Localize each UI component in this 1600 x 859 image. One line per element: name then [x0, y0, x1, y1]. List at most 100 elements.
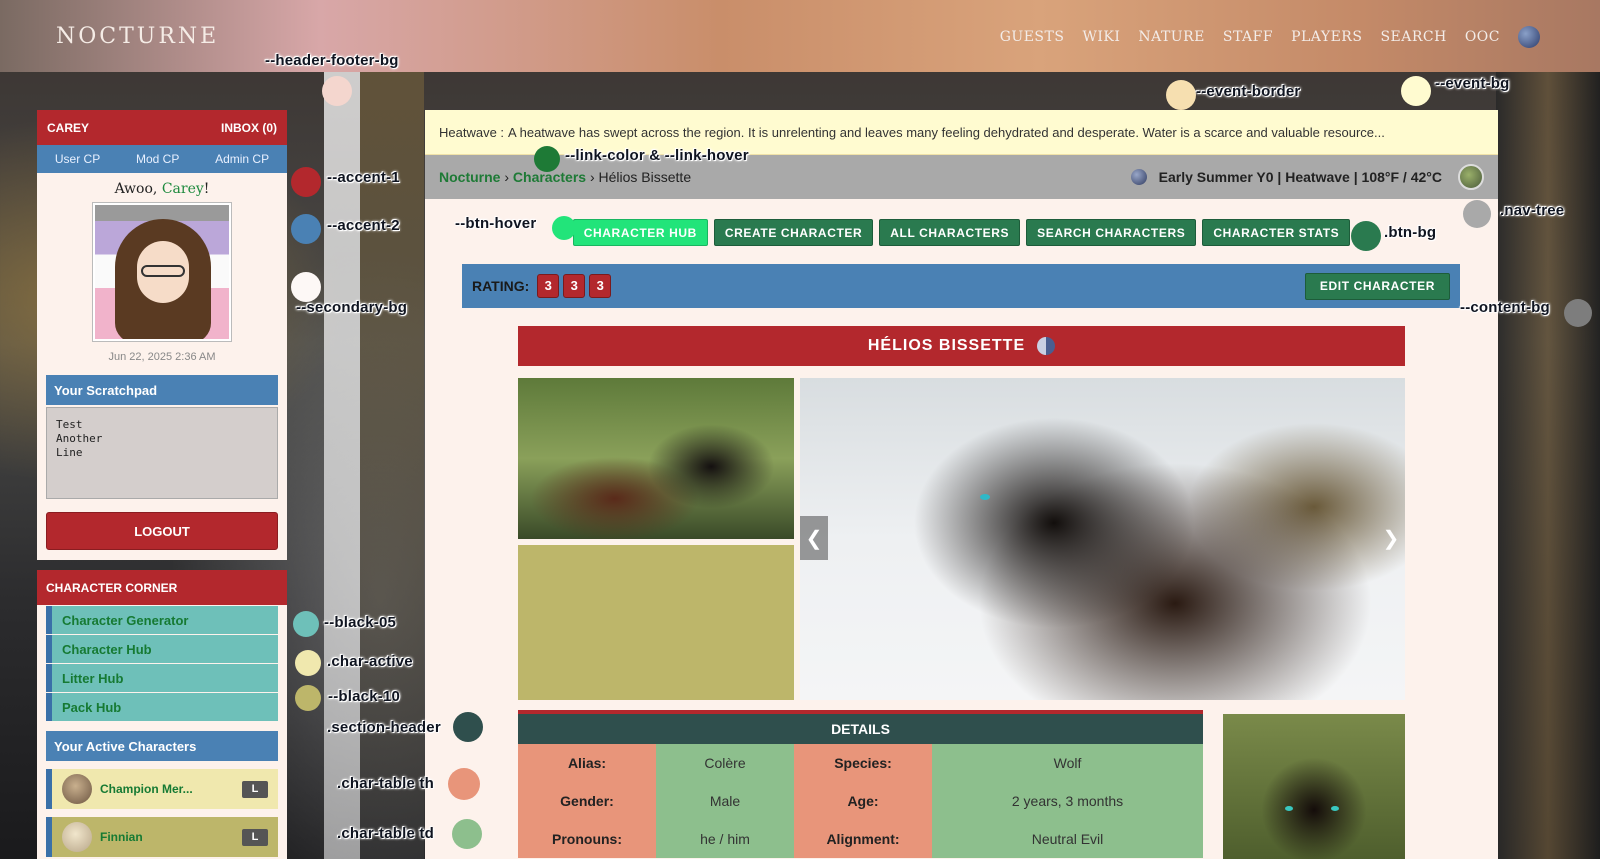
character-title: HÉLIOS BISSETTE — [518, 326, 1405, 366]
swatch-link-color — [534, 146, 560, 172]
rating-bar: RATING: 3 3 3 EDIT CHARACTER — [462, 264, 1460, 308]
scratchpad-textarea[interactable]: Test Another Line — [46, 407, 278, 499]
greeting-name: Carey — [161, 181, 204, 197]
inbox-link[interactable]: INBOX (0) — [221, 121, 277, 135]
litter-hub-link[interactable]: Litter Hub — [46, 664, 278, 692]
wolf-eye — [980, 494, 990, 500]
character-stats-button[interactable]: CHARACTER STATS — [1202, 219, 1351, 246]
main-nav: GUESTS WIKI NATURE STAFF PLAYERS SEARCH … — [982, 26, 1540, 48]
greeting: Awoo, Carey! — [37, 181, 287, 197]
active-character-name[interactable]: Champion Mer... — [100, 782, 242, 796]
site-logo[interactable]: NOCTURNE — [56, 24, 219, 49]
annotation-label: --secondary-bg — [296, 299, 408, 316]
rating-value: 3 — [537, 274, 560, 298]
current-date: Jun 22, 2025 2:36 AM — [108, 351, 216, 363]
swatch-btn-hover — [552, 216, 576, 240]
all-characters-button[interactable]: ALL CHARACTERS — [879, 219, 1021, 246]
moon-icon[interactable] — [1518, 26, 1540, 48]
breadcrumb-separator: › — [589, 169, 595, 185]
active-character-name[interactable]: Finnian — [100, 830, 242, 844]
nav-staff[interactable]: STAFF — [1223, 29, 1273, 45]
rating-value: 3 — [589, 274, 612, 298]
swatch-btn-bg — [1351, 221, 1381, 251]
user-panel: CAREY INBOX (0) User CP Mod CP Admin CP … — [37, 110, 287, 560]
scratchpad-title: Your Scratchpad — [46, 375, 278, 405]
control-panel-bar: User CP Mod CP Admin CP — [37, 145, 287, 173]
level-badge: L — [242, 828, 268, 846]
rating-label: RATING: — [472, 278, 530, 294]
annotation-label: --event-bg — [1435, 75, 1510, 92]
details-header: DETAILS — [518, 710, 1203, 744]
detail-key: Gender: — [518, 782, 656, 820]
character-gallery: ❮ ❯ — [518, 378, 1405, 700]
active-character-item[interactable]: Champion Mer... L — [46, 769, 278, 809]
edit-character-button[interactable]: EDIT CHARACTER — [1304, 272, 1450, 300]
annotation-label: --event-border — [1196, 83, 1301, 100]
swatch-accent-1 — [291, 167, 321, 197]
nav-players[interactable]: PLAYERS — [1291, 29, 1362, 45]
detail-key: Pronouns: — [518, 820, 656, 858]
character-hub-button[interactable]: CHARACTER HUB — [572, 219, 708, 246]
admin-cp-link[interactable]: Admin CP — [215, 152, 269, 166]
annotation-label: --link-color & --link-hover — [565, 147, 749, 164]
detail-key: Age: — [794, 782, 932, 820]
character-generator-link[interactable]: Character Generator — [46, 606, 278, 634]
user-cp-link[interactable]: User CP — [55, 152, 100, 166]
details-table: Alias: Colère Species: Wolf Gender: Male… — [518, 744, 1203, 858]
gallery-prev-arrow[interactable]: ❮ — [800, 516, 828, 560]
swatch-section-header — [453, 712, 483, 742]
breadcrumb-home[interactable]: Nocturne — [439, 169, 500, 185]
swatch-event-border — [1166, 80, 1196, 110]
logout-button[interactable]: LOGOUT — [46, 512, 278, 550]
event-text: A heatwave has swept across the region. … — [508, 124, 1385, 140]
swatch-char-table-td — [452, 819, 482, 849]
weather-text: Early Summer Y0 | Heatwave | 108°F / 42°… — [1158, 169, 1442, 185]
annotation-label: .nav-tree — [1500, 202, 1565, 219]
swatch-accent-2 — [291, 214, 321, 244]
wolf-eye — [1331, 806, 1339, 811]
table-row: Pronouns: he / him Alignment: Neutral Ev… — [518, 820, 1203, 858]
swatch-content-bg — [1564, 299, 1592, 327]
character-thumbnail — [62, 822, 92, 852]
nav-guests[interactable]: GUESTS — [1000, 29, 1065, 45]
moon-phase-icon — [1130, 169, 1147, 185]
nav-wiki[interactable]: WIKI — [1082, 29, 1120, 45]
detail-key: Alignment: — [794, 820, 932, 858]
swatch-event-bg — [1401, 76, 1431, 106]
nav-search[interactable]: SEARCH — [1380, 29, 1446, 45]
background-streak — [360, 72, 424, 859]
active-character-item[interactable]: Finnian L — [46, 817, 278, 857]
nav-ooc[interactable]: OOC — [1465, 29, 1500, 45]
character-hub-link[interactable]: Character Hub — [46, 635, 278, 663]
detail-key: Alias: — [518, 744, 656, 782]
character-button-bar: CHARACTER HUB CREATE CHARACTER ALL CHARA… — [425, 219, 1498, 246]
gallery-next-arrow[interactable]: ❯ — [1377, 516, 1405, 560]
season-icon[interactable] — [1458, 164, 1484, 190]
username[interactable]: CAREY — [47, 121, 89, 135]
breadcrumb-separator: › — [504, 169, 510, 185]
background-streak — [324, 72, 360, 859]
table-row: Gender: Male Age: 2 years, 3 months — [518, 782, 1203, 820]
pack-hub-link[interactable]: Pack Hub — [46, 693, 278, 721]
character-thumbnail — [62, 774, 92, 804]
nav-nature[interactable]: NATURE — [1138, 29, 1205, 45]
gallery-main-image: ❮ ❯ — [800, 378, 1405, 700]
swatch-nav-tree — [1463, 200, 1491, 228]
search-characters-button[interactable]: SEARCH CHARACTERS — [1026, 219, 1197, 246]
create-character-button[interactable]: CREATE CHARACTER — [713, 219, 874, 246]
annotation-label: .section-header — [327, 719, 441, 736]
character-side-image[interactable] — [1223, 714, 1405, 859]
mod-cp-link[interactable]: Mod CP — [136, 152, 179, 166]
annotation-label: --black-10 — [328, 688, 401, 705]
breadcrumb-current: Hélios Bissette — [598, 169, 692, 185]
background-streak — [1496, 72, 1600, 859]
detail-value: he / him — [656, 820, 794, 858]
character-corner-title: CHARACTER CORNER — [37, 570, 287, 605]
rating-value: 3 — [563, 274, 586, 298]
swatch-header-footer-bg — [322, 76, 352, 106]
moon-phase-icon — [1037, 337, 1056, 355]
annotation-label: .btn-bg — [1384, 224, 1437, 241]
gallery-thumbnail[interactable] — [518, 378, 794, 539]
annotation-label: --content-bg — [1460, 299, 1550, 316]
detail-value: Male — [656, 782, 794, 820]
